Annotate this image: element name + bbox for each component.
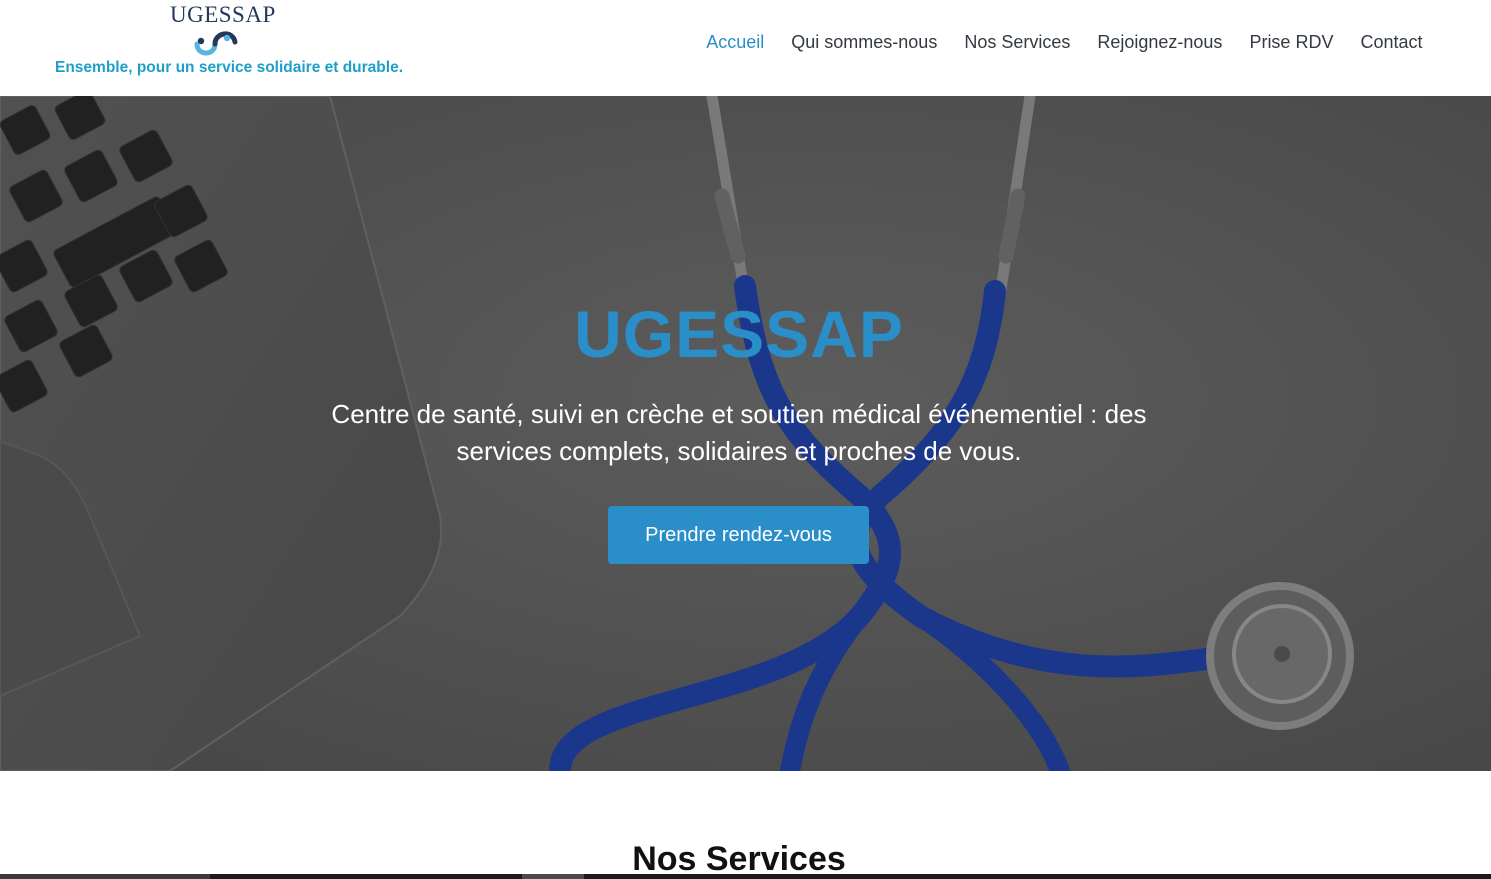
site-header: UGESSAP Ensemble, pour un service solida… xyxy=(0,0,1491,96)
hero-section: UGESSAP Centre de santé, suivi en crèche… xyxy=(0,96,1491,771)
hero-subtitle: Centre de santé, suivi en crèche et sout… xyxy=(331,399,1147,466)
hero-title: UGESSAP xyxy=(574,297,904,371)
nav-item-qui-sommes-nous[interactable]: Qui sommes-nous xyxy=(778,30,951,54)
hero-content: UGESSAP Centre de santé, suivi en crèche… xyxy=(0,96,1491,771)
services-image-strip xyxy=(0,874,1491,879)
nav-item-prise-rdv[interactable]: Prise RDV xyxy=(1236,30,1347,54)
brand[interactable]: UGESSAP Ensemble, pour un service solida… xyxy=(0,0,460,96)
nav-item-nos-services[interactable]: Nos Services xyxy=(951,30,1084,54)
ugessap-logo-icon xyxy=(194,31,238,56)
brand-tagline: Ensemble, pour un service solidaire et d… xyxy=(55,59,404,76)
main-nav: Accueil Qui sommes-nous Nos Services Rej… xyxy=(693,30,1436,54)
nav-item-accueil[interactable]: Accueil xyxy=(693,30,778,54)
strip-segment xyxy=(0,874,210,879)
strip-segment xyxy=(522,874,584,879)
brand-name: UGESSAP xyxy=(170,2,276,27)
nav-item-rejoignez-nous[interactable]: Rejoignez-nous xyxy=(1084,30,1236,54)
book-appointment-button[interactable]: Prendre rendez-vous xyxy=(608,506,869,564)
nav-item-contact[interactable]: Contact xyxy=(1347,30,1436,54)
